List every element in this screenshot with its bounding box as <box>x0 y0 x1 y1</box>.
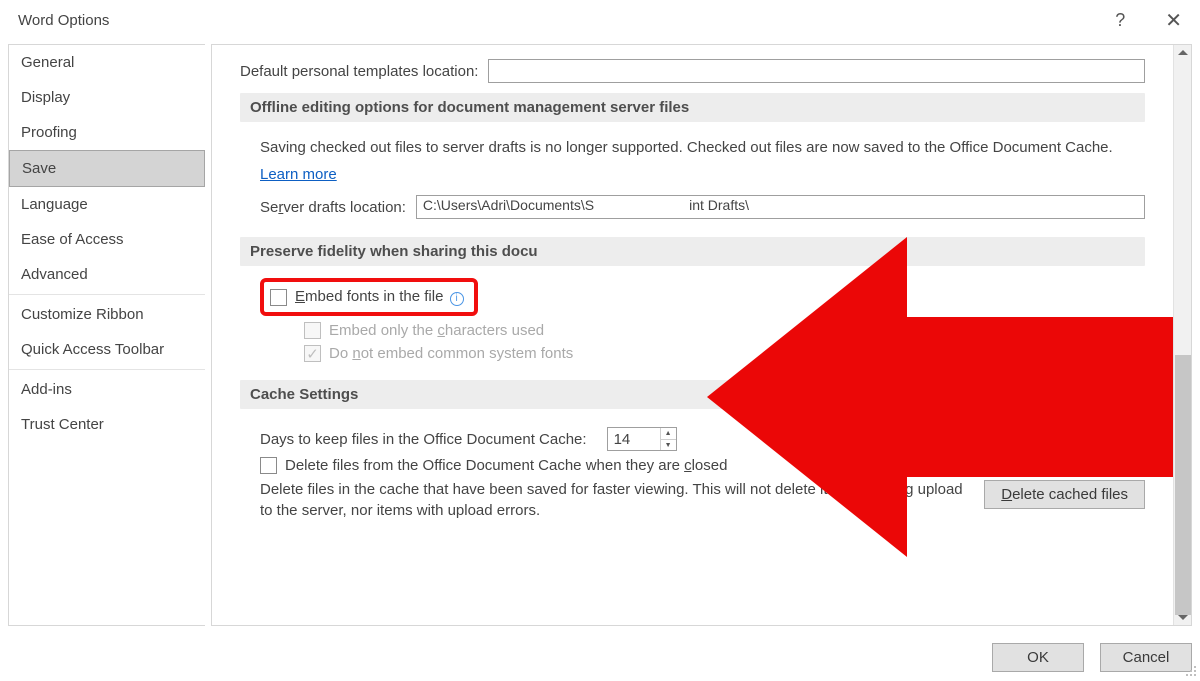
dialog-title: Word Options <box>18 12 109 29</box>
vertical-scrollbar[interactable] <box>1173 45 1191 625</box>
window-controls: ? ✕ <box>1115 8 1182 33</box>
server-drafts-input[interactable]: C:\Users\Adri\Documents\S int Drafts\ <box>416 195 1145 219</box>
sidebar-item-customize-ribbon[interactable]: Customize Ribbon <box>9 297 205 332</box>
scroll-down-icon[interactable] <box>1178 615 1188 620</box>
close-icon[interactable]: ✕ <box>1165 8 1182 33</box>
offline-note: Saving checked out files to server draft… <box>260 138 1145 158</box>
info-icon[interactable]: i <box>450 292 464 306</box>
delete-closed-checkbox[interactable] <box>260 457 277 474</box>
scroll-up-icon[interactable] <box>1178 50 1188 55</box>
embed-fonts-checkbox[interactable] <box>270 289 287 306</box>
sidebar-separator <box>9 294 205 295</box>
delete-cached-files-button[interactable]: Delete cached files <box>984 480 1145 509</box>
ok-button[interactable]: OK <box>992 643 1084 672</box>
delete-closed-row: Delete files from the Office Document Ca… <box>260 457 1145 474</box>
embed-only-characters-label: Embed only the characters used <box>329 322 544 339</box>
sidebar-item-ease-of-access[interactable]: Ease of Access <box>9 222 205 257</box>
do-not-embed-common-label: Do not embed common system fonts <box>329 345 573 362</box>
section-offline-header: Offline editing options for document man… <box>240 93 1145 122</box>
dialog-body: General Display Proofing Save Language E… <box>0 36 1200 626</box>
cache-days-spinner[interactable]: 14 ▲ ▼ <box>607 427 677 451</box>
content-panel: Default personal templates location: Off… <box>211 44 1192 626</box>
sidebar-item-general[interactable]: General <box>9 45 205 80</box>
templates-location-input[interactable] <box>488 59 1145 83</box>
do-not-embed-common-row: ✓ Do not embed common system fonts <box>304 345 1145 362</box>
embed-only-characters-row: Embed only the characters used <box>304 322 1145 339</box>
section-cache-header: Cache Settings <box>240 380 1145 409</box>
templates-location-label: Default personal templates location: <box>240 63 478 80</box>
spinner-up-icon[interactable]: ▲ <box>661 428 676 440</box>
sidebar: General Display Proofing Save Language E… <box>8 44 205 626</box>
cancel-button[interactable]: Cancel <box>1100 643 1192 672</box>
delete-closed-label: Delete files from the Office Document Ca… <box>285 457 727 474</box>
content-scroll-area: Default personal templates location: Off… <box>212 45 1173 625</box>
sidebar-item-add-ins[interactable]: Add-ins <box>9 372 205 407</box>
sidebar-separator <box>9 369 205 370</box>
templates-location-row: Default personal templates location: <box>240 59 1145 83</box>
cache-delete-description: Delete files in the cache that have been… <box>260 480 964 521</box>
learn-more-link[interactable]: Learn more <box>260 166 337 183</box>
cache-days-row: Days to keep files in the Office Documen… <box>260 427 1145 451</box>
title-bar: Word Options ? ✕ <box>0 0 1200 36</box>
cache-days-value[interactable]: 14 <box>608 428 660 450</box>
scrollbar-thumb[interactable] <box>1175 355 1191 615</box>
server-drafts-label: Server drafts location: <box>260 199 406 216</box>
cache-days-label: Days to keep files in the Office Documen… <box>260 431 587 448</box>
sidebar-item-proofing[interactable]: Proofing <box>9 115 205 150</box>
embed-fonts-label: Embed fonts in the file i <box>295 288 464 306</box>
sidebar-item-trust-center[interactable]: Trust Center <box>9 407 205 442</box>
sidebar-item-advanced[interactable]: Advanced <box>9 257 205 292</box>
sidebar-item-quick-access-toolbar[interactable]: Quick Access Toolbar <box>9 332 205 367</box>
embed-fonts-highlight: Embed fonts in the file i <box>260 278 478 316</box>
section-fidelity-header: Preserve fidelity when sharing this docu <box>240 237 1145 266</box>
dialog-footer: OK Cancel <box>992 643 1192 672</box>
do-not-embed-common-checkbox: ✓ <box>304 345 321 362</box>
spinner-down-icon[interactable]: ▼ <box>661 440 676 451</box>
server-drafts-row: Server drafts location: C:\Users\Adri\Do… <box>260 195 1145 219</box>
embed-only-characters-checkbox <box>304 322 321 339</box>
sidebar-item-save[interactable]: Save <box>9 150 205 187</box>
spinner-buttons: ▲ ▼ <box>660 428 676 450</box>
sidebar-item-language[interactable]: Language <box>9 187 205 222</box>
cache-delete-row: Delete files in the cache that have been… <box>260 480 1145 521</box>
sidebar-item-display[interactable]: Display <box>9 80 205 115</box>
help-icon[interactable]: ? <box>1115 10 1125 31</box>
resize-grip-icon[interactable] <box>1184 664 1198 678</box>
